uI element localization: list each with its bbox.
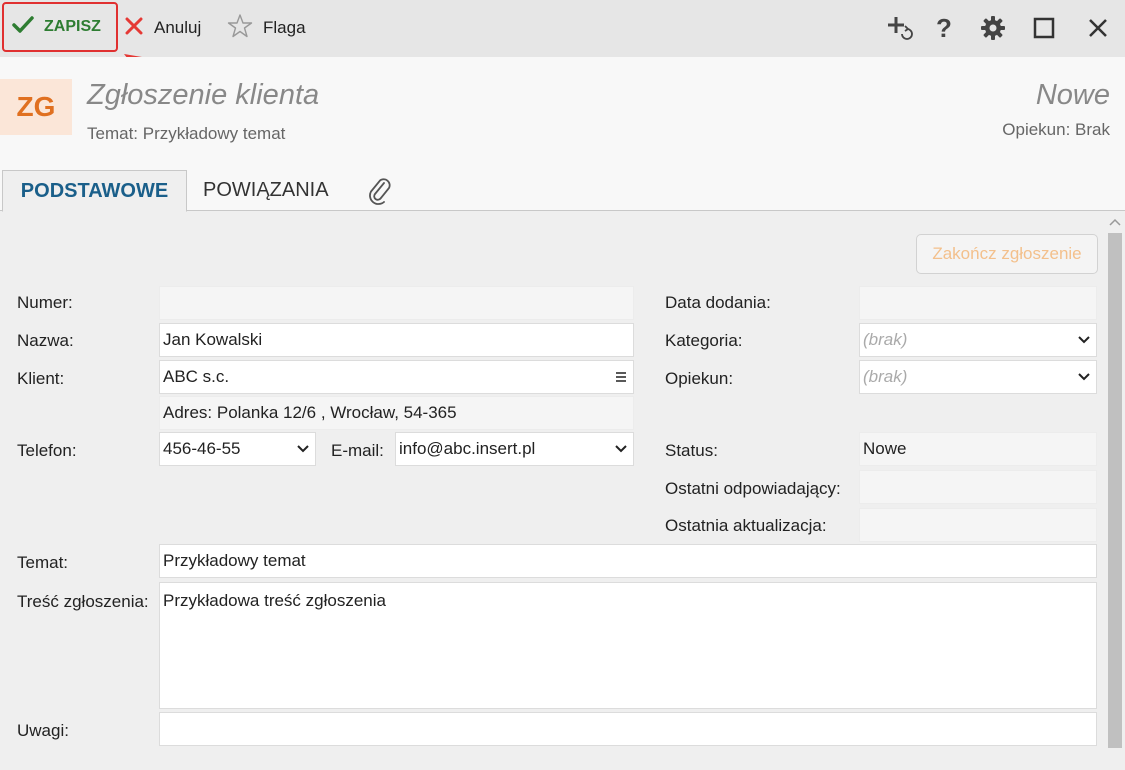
tresc-label: Treść zgłoszenia: (17, 592, 149, 611)
scroll-up-arrow-icon[interactable] (1105, 215, 1125, 229)
finish-ticket-button[interactable]: Zakończ zgłoszenie (916, 234, 1098, 274)
kategoria-placeholder: (brak) (863, 330, 908, 349)
telefon-select[interactable]: 456-46-55 (159, 432, 316, 466)
temat-value: Przykładowy temat (163, 551, 306, 570)
cancel-button-label: Anuluj (154, 18, 202, 37)
ostatni-odpowiadajacy-field (859, 470, 1097, 504)
ostatni-odpowiadajacy-label: Ostatni odpowiadający: (665, 479, 841, 498)
close-x-icon (124, 16, 144, 41)
star-icon (227, 13, 253, 44)
tab-podstawowe[interactable]: PODSTAWOWE (2, 170, 187, 212)
numer-field (159, 286, 634, 320)
tresc-value: Przykładowa treść zgłoszenia (163, 591, 386, 610)
close-window-icon[interactable] (1084, 14, 1112, 42)
opiekun-select[interactable]: (brak) (859, 360, 1097, 394)
save-button[interactable]: ZAPISZ (2, 2, 118, 52)
status-field: Nowe (859, 432, 1097, 466)
tresc-textarea[interactable]: Przykładowa treść zgłoszenia (159, 582, 1097, 709)
cancel-button[interactable]: Anuluj (124, 0, 201, 56)
klient-input[interactable]: ABC s.c. (159, 360, 634, 394)
flag-button[interactable]: Flaga (227, 0, 306, 56)
uwagi-input[interactable] (159, 712, 1097, 746)
avatar: ZG (0, 79, 72, 135)
ostatnia-aktualizacja-field (859, 508, 1097, 542)
kategoria-select[interactable]: (brak) (859, 323, 1097, 357)
tab-bar: PODSTAWOWE POWIĄZANIA (0, 170, 1125, 212)
page-title: Zgłoszenie klienta (87, 79, 320, 111)
numer-label: Numer: (17, 293, 73, 312)
telefon-value: 456-46-55 (163, 439, 241, 458)
save-button-label: ZAPISZ (44, 18, 101, 35)
klient-value: ABC s.c. (163, 367, 230, 386)
flag-button-label: Flaga (263, 18, 306, 37)
paperclip-icon[interactable] (366, 170, 394, 211)
temat-input[interactable]: Przykładowy temat (159, 544, 1097, 578)
list-menu-icon[interactable] (612, 371, 630, 383)
opiekun-placeholder: (brak) (863, 367, 908, 386)
opiekun-label: Opiekun: (665, 369, 734, 388)
page-subtitle: Temat: Przykładowy temat (87, 124, 286, 143)
add-refresh-icon[interactable] (886, 14, 914, 42)
help-icon[interactable]: ? (930, 13, 958, 43)
kategoria-label: Kategoria: (665, 331, 743, 350)
nazwa-label: Nazwa: (17, 331, 74, 350)
chevron-down-icon (1075, 336, 1093, 344)
status-label: Status: (665, 441, 718, 460)
gear-icon[interactable] (979, 14, 1007, 42)
data-dodania-label: Data dodania: (665, 293, 771, 312)
uwagi-label: Uwagi: (17, 721, 69, 740)
maximize-icon[interactable] (1030, 14, 1058, 42)
email-value: info@abc.insert.pl (399, 439, 536, 458)
nazwa-value: Jan Kowalski (163, 330, 263, 349)
nazwa-input[interactable]: Jan Kowalski (159, 323, 634, 357)
document-header: ZG Zgłoszenie klienta Temat: Przykładowy… (0, 57, 1125, 170)
owner-label: Opiekun: Brak (1002, 120, 1110, 139)
email-label: E-mail: (331, 441, 384, 460)
status-label: Nowe (1035, 79, 1110, 111)
address-field: Adres: Polanka 12/6 , Wrocław, 54-365 (159, 396, 634, 430)
toolbar: ZAPISZ Anuluj Flaga ? (0, 0, 1125, 57)
chevron-down-icon (294, 445, 312, 453)
temat-label: Temat: (17, 553, 69, 572)
chevron-down-icon (612, 445, 630, 453)
ostatnia-aktualizacja-label: Ostatnia aktualizacja: (665, 516, 827, 535)
email-select[interactable]: info@abc.insert.pl (395, 432, 634, 466)
checkmark-icon (12, 15, 34, 39)
telefon-label: Telefon: (17, 441, 77, 460)
form-content: Zakończ zgłoszenie Numer: Nazwa: Jan Kow… (0, 211, 1105, 770)
scrollbar-thumb[interactable] (1108, 233, 1122, 748)
vertical-scrollbar[interactable] (1105, 211, 1125, 770)
data-dodania-field (859, 286, 1097, 320)
tab-powiazania[interactable]: POWIĄZANIA (203, 170, 329, 211)
chevron-down-icon (1075, 373, 1093, 381)
address-value: Adres: Polanka 12/6 , Wrocław, 54-365 (163, 403, 457, 422)
klient-label: Klient: (17, 369, 65, 388)
status-value: Nowe (863, 439, 907, 458)
